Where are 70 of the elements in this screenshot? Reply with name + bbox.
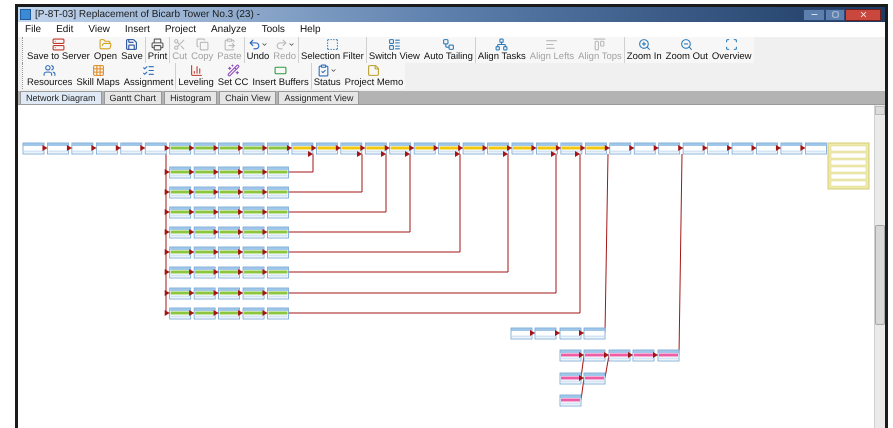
toolbar-button[interactable]: Assignment xyxy=(122,63,176,89)
menu-item[interactable]: Tools xyxy=(262,22,285,37)
toolbar-button[interactable]: Save to Server xyxy=(25,37,92,63)
toolbar-button[interactable]: Resources xyxy=(25,63,74,89)
align-top-icon xyxy=(593,38,606,51)
clipboard-icon xyxy=(222,38,236,51)
layout-icon xyxy=(388,38,401,51)
caret-icon xyxy=(288,41,295,48)
toolbar-button[interactable]: Skill Maps xyxy=(74,63,122,89)
toolbar-button[interactable]: Switch View xyxy=(366,37,422,63)
toolbar-button[interactable]: Zoom Out xyxy=(664,37,710,63)
menu-item[interactable]: File xyxy=(25,22,42,37)
toolbar-button[interactable]: Leveling xyxy=(176,63,216,89)
toolbar-button[interactable]: Print xyxy=(146,37,170,63)
maximize-button[interactable] xyxy=(825,8,845,20)
menu-item[interactable]: Help xyxy=(300,22,321,37)
grid-icon xyxy=(92,64,105,77)
toolbar-button[interactable]: Open xyxy=(92,37,120,63)
server-icon xyxy=(52,38,65,51)
tab[interactable]: Chain View xyxy=(219,91,276,104)
clipboard-check-icon xyxy=(317,64,330,77)
menu-item[interactable]: Analyze xyxy=(211,22,247,37)
close-icon xyxy=(858,10,868,19)
menu-item[interactable]: Project xyxy=(164,22,196,37)
menu-item[interactable]: View xyxy=(88,22,110,37)
zoom-out-icon xyxy=(680,38,694,51)
wand-icon xyxy=(226,64,240,77)
maximize-icon xyxy=(832,11,838,18)
bar-chart-icon xyxy=(190,64,203,77)
toolbar-button[interactable]: Project Memo xyxy=(342,63,406,89)
note-icon xyxy=(367,64,380,77)
toolbar-button[interactable]: Undo xyxy=(244,37,272,63)
toolbar-button[interactable]: Zoom In xyxy=(624,37,664,63)
align-left-icon xyxy=(545,38,558,51)
tab[interactable]: Assignment View xyxy=(278,91,360,104)
app-icon xyxy=(20,9,31,20)
toolbar-button[interactable]: Align Tasks xyxy=(476,37,528,63)
bar-icon xyxy=(274,64,288,77)
toolbar-button[interactable]: Status xyxy=(312,63,343,89)
scissors-icon xyxy=(173,38,186,51)
zoom-in-icon xyxy=(638,38,651,51)
list-icon xyxy=(142,64,156,77)
tab[interactable]: Network Diagram xyxy=(20,91,102,104)
toolbar-button[interactable]: Overview xyxy=(710,37,754,63)
scrollbar[interactable] xyxy=(874,105,885,428)
menu-item[interactable]: Edit xyxy=(56,22,74,37)
caret-icon xyxy=(330,67,338,74)
window-title: [P-8T-03] Replacement of Bicarb Tower No.3 (23) - xyxy=(35,8,260,22)
menu-item[interactable]: Insert xyxy=(124,22,150,37)
selection-icon xyxy=(326,38,339,51)
undo-icon xyxy=(248,38,261,51)
close-button[interactable] xyxy=(845,8,881,20)
caret-icon xyxy=(260,41,268,48)
toolbar-button[interactable]: Auto Tailing xyxy=(422,37,475,63)
copy-icon xyxy=(196,38,209,51)
toolbar-button[interactable]: Set CC xyxy=(216,63,250,89)
toolbar-button[interactable]: Save xyxy=(119,37,145,63)
scroll-thumb[interactable] xyxy=(875,225,885,325)
people-icon xyxy=(43,64,56,77)
folder-icon xyxy=(98,38,112,51)
printer-icon xyxy=(151,38,164,51)
overview-icon xyxy=(725,38,738,51)
tab[interactable]: Gantt Chart xyxy=(104,91,162,104)
toolbar-button[interactable]: Selection Filter xyxy=(299,37,366,63)
workflow-icon xyxy=(442,38,455,51)
network-icon xyxy=(495,38,508,51)
tab[interactable]: Histogram xyxy=(164,91,218,104)
minimize-button[interactable] xyxy=(803,8,825,20)
toolbar-button[interactable]: Insert Buffers xyxy=(250,63,311,89)
redo-icon xyxy=(274,38,288,51)
